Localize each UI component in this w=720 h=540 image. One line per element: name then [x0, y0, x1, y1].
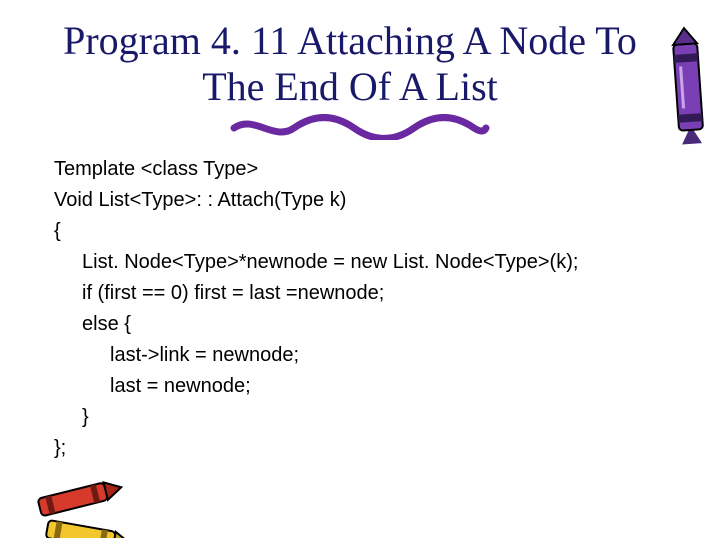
code-line: }	[54, 402, 720, 433]
title-underline-squiggle	[230, 114, 490, 140]
crayon-purple-icon	[662, 25, 714, 148]
code-line: last->link = newnode;	[54, 340, 720, 371]
page-title: Program 4. 11 Attaching A Node To The En…	[50, 18, 650, 110]
code-block: Template <class Type> Void List<Type>: :…	[54, 154, 720, 464]
code-line: {	[54, 216, 720, 247]
crayons-bottom-icon	[24, 478, 144, 538]
code-line: else {	[54, 309, 720, 340]
code-line: Template <class Type>	[54, 154, 720, 185]
code-line: Void List<Type>: : Attach(Type k)	[54, 185, 720, 216]
code-line: List. Node<Type>*newnode = new List. Nod…	[54, 247, 720, 278]
code-line: if (first == 0) first = last =newnode;	[54, 278, 720, 309]
code-line: last = newnode;	[54, 371, 720, 402]
code-line: };	[54, 433, 720, 464]
